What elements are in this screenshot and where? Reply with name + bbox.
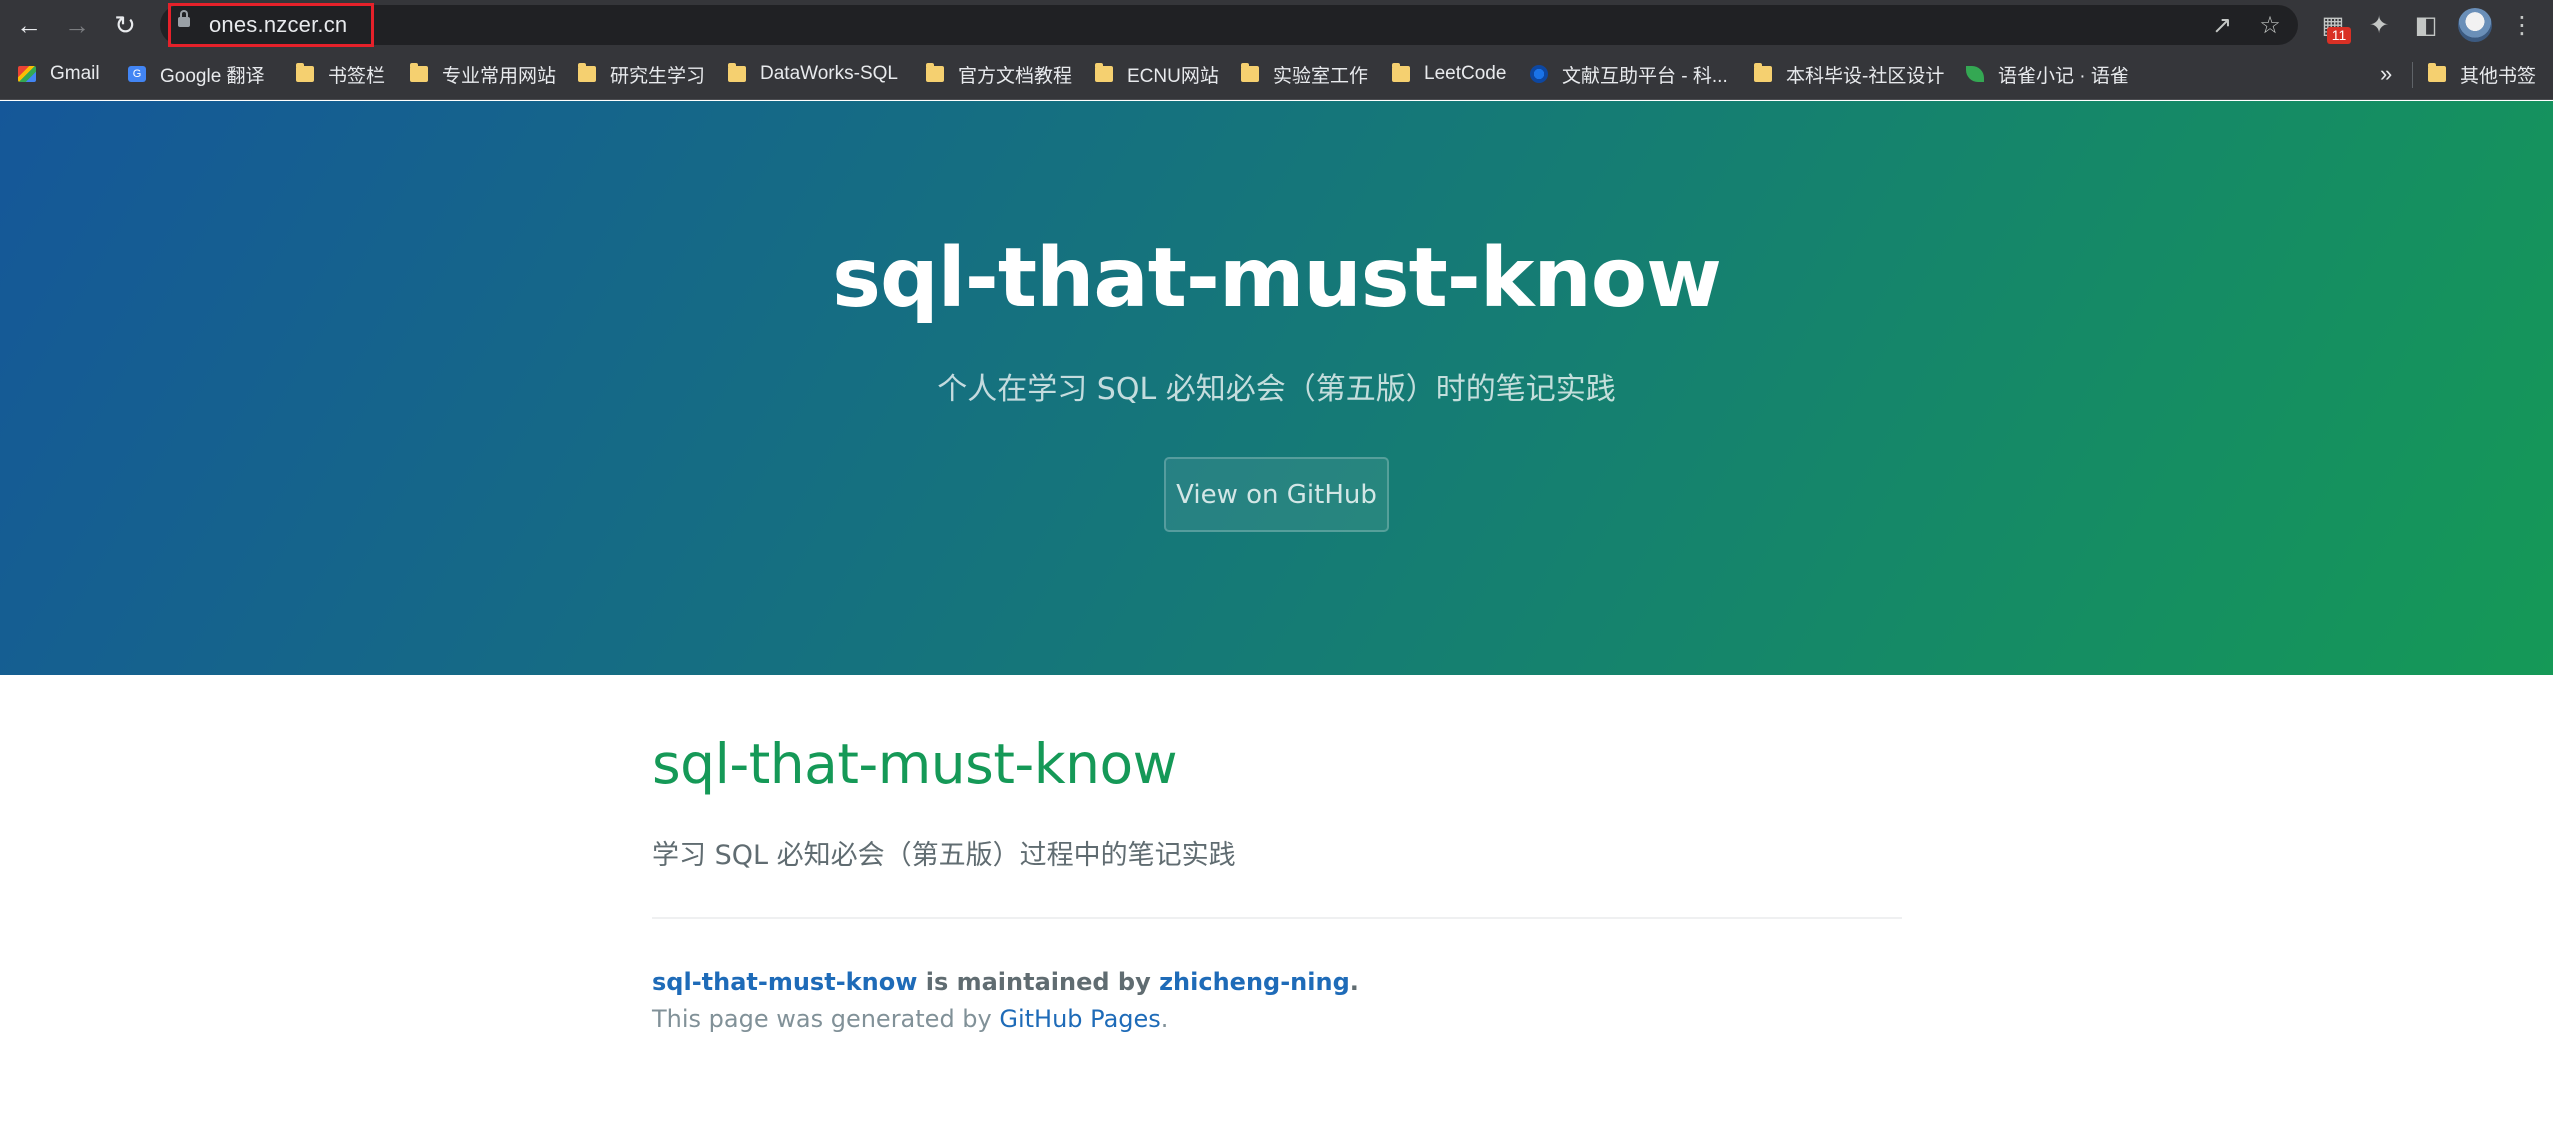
share-icon[interactable]: ↗ xyxy=(2206,10,2238,40)
bookmark-label: 其他书签 xyxy=(2460,65,2537,87)
bookmark-folder-lab-work[interactable]: 实验室工作 xyxy=(1241,50,1368,98)
view-on-github-button[interactable]: View on GitHub xyxy=(1164,457,1389,532)
bookmark-label: ECNU网站 xyxy=(1127,65,1219,87)
bookmark-label: Gmail xyxy=(50,63,100,84)
bookmark-folder-graduate-study[interactable]: 研究生学习 xyxy=(578,50,705,98)
folder-icon xyxy=(1754,63,1772,82)
profile-avatar[interactable] xyxy=(2458,8,2492,42)
bookmark-folder-undergrad-thesis[interactable]: 本科毕设-社区设计 xyxy=(1754,50,1944,98)
more-bookmarks-chevron[interactable]: » xyxy=(2380,50,2392,98)
github-pages-link[interactable]: GitHub Pages xyxy=(999,1005,1160,1033)
folder-icon xyxy=(926,63,944,82)
project-title: sql-that-must-know xyxy=(832,231,1722,326)
gmail-icon xyxy=(18,66,36,82)
back-arrow-icon[interactable]: ← xyxy=(10,8,48,42)
footer-suffix: . xyxy=(1160,1005,1169,1033)
page-header: sql-that-must-know 个人在学习 SQL 必知必会（第五版）时的… xyxy=(0,101,2553,675)
content-description: 学习 SQL 必知必会（第五版）过程中的笔记实践 xyxy=(652,840,1236,871)
reload-icon[interactable]: ↻ xyxy=(106,8,144,42)
globe-icon xyxy=(1530,65,1548,83)
project-link[interactable]: sql-that-must-know xyxy=(652,968,917,996)
bookmarks-divider xyxy=(2412,62,2413,88)
bookmark-folder-other[interactable]: 其他书签 xyxy=(2428,50,2536,98)
bookmark-label: 语雀小记 · 语雀 xyxy=(1998,65,2129,87)
url-text[interactable]: ones.nzcer.cn xyxy=(209,12,347,38)
lock-icon[interactable] xyxy=(178,10,190,27)
bookmark-yuque-notes[interactable]: 语雀小记 · 语雀 xyxy=(1966,50,2129,98)
maintained-by-text: is maintained by xyxy=(917,968,1160,996)
menu-kebab-icon[interactable]: ⋮ xyxy=(2506,10,2538,40)
folder-icon xyxy=(578,63,596,82)
bookmark-folder-professional-sites[interactable]: 专业常用网站 xyxy=(410,50,556,98)
folder-icon xyxy=(1241,63,1259,82)
folder-icon xyxy=(410,63,428,82)
bookmark-label: LeetCode xyxy=(1424,63,1507,84)
google-translate-icon: G xyxy=(128,66,146,82)
content-heading: sql-that-must-know xyxy=(652,732,1178,796)
extension-badge: 11 xyxy=(2327,27,2351,44)
folder-icon xyxy=(728,63,746,82)
generated-by-text: This page was generated by xyxy=(652,1005,1000,1033)
bookmark-google-translate[interactable]: G Google 翻译 xyxy=(128,50,265,98)
bookmark-folder-leetcode[interactable]: LeetCode xyxy=(1392,50,1506,98)
folder-icon xyxy=(296,63,314,82)
bookmark-label: 研究生学习 xyxy=(610,65,706,87)
folder-icon xyxy=(1392,63,1410,82)
footer-divider xyxy=(652,917,1902,919)
bookmark-label: 文献互助平台 - 科... xyxy=(1562,65,1728,87)
browser-toolbar: ← → ↻ ones.nzcer.cn ↗ ☆ ▦ 11 ✦ ◧ ⋮ xyxy=(0,0,2553,50)
bookmark-folder-official-docs[interactable]: 官方文档教程 xyxy=(926,50,1072,98)
bookmark-gmail[interactable]: Gmail xyxy=(18,50,100,98)
footer-credits: This page was generated by GitHub Pages. xyxy=(652,1005,1168,1033)
extensions-puzzle-icon[interactable]: ✦ xyxy=(2363,10,2395,40)
bookmarks-bar: Gmail G Google 翻译 书签栏 专业常用网站 研究生学习 DataW… xyxy=(0,50,2553,100)
footer-period: . xyxy=(1349,968,1359,996)
bookmark-label: 专业常用网站 xyxy=(442,65,557,87)
bookmark-label: DataWorks-SQL xyxy=(760,63,898,84)
bookmark-folder-dataworks-sql[interactable]: DataWorks-SQL xyxy=(728,50,898,98)
bookmark-label: Google 翻译 xyxy=(160,65,265,87)
bookmark-star-icon[interactable]: ☆ xyxy=(2254,10,2286,40)
folder-icon xyxy=(1095,63,1113,82)
bookmark-literature-platform[interactable]: 文献互助平台 - 科... xyxy=(1530,50,1728,98)
address-bar[interactable] xyxy=(160,5,2298,45)
author-link[interactable]: zhicheng-ning xyxy=(1159,968,1350,996)
bookmark-folder-ecnu-sites[interactable]: ECNU网站 xyxy=(1095,50,1219,98)
project-tagline: 个人在学习 SQL 必知必会（第五版）时的笔记实践 xyxy=(937,372,1616,407)
leaf-icon xyxy=(1966,66,1984,82)
forward-arrow-icon[interactable]: → xyxy=(58,8,96,42)
bookmark-label: 书签栏 xyxy=(328,65,386,87)
bookmark-label: 实验室工作 xyxy=(1273,65,1369,87)
bookmark-label: 官方文档教程 xyxy=(958,65,1073,87)
bookmark-folder-bookmarks-bar[interactable]: 书签栏 xyxy=(296,50,385,98)
footer-owner: sql-that-must-know is maintained by zhic… xyxy=(652,968,1359,996)
bookmark-label: 本科毕设-社区设计 xyxy=(1786,65,1945,87)
folder-icon xyxy=(2428,63,2446,82)
side-panel-icon[interactable]: ◧ xyxy=(2410,10,2442,40)
